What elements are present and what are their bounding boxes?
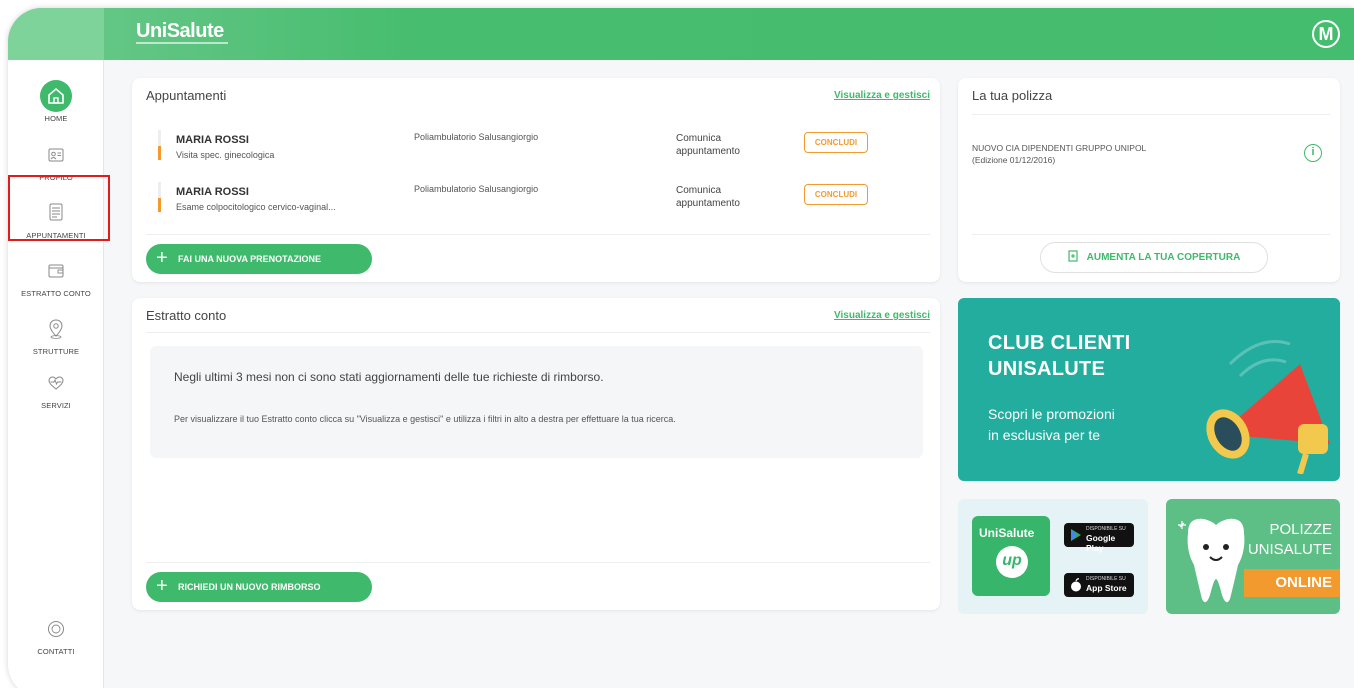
sidebar-item-home[interactable]: HOME — [8, 80, 104, 123]
sidebar-item-servizi[interactable]: SERVIZI — [8, 368, 104, 410]
tooth-mascot-icon — [1178, 518, 1245, 603]
profile-card-icon — [48, 148, 64, 162]
sidebar-item-label: CONTATTI — [37, 647, 75, 656]
appointment-row: MARIA ROSSI Visita spec. ginecologica Po… — [158, 130, 918, 170]
club-clienti-banner[interactable]: CLUB CLIENTI UNISALUTE Scopri le promozi… — [958, 298, 1340, 481]
concludi-button[interactable]: CONCLUDI — [804, 132, 868, 153]
unisalute-logo[interactable]: UniSalute — [136, 20, 224, 43]
concludi-button[interactable]: CONCLUDI — [804, 184, 868, 205]
info-icon[interactable]: i — [1304, 144, 1322, 162]
estratto-conto-card: Estratto conto Visualizza e gestisci Neg… — [132, 298, 940, 610]
sidebar-item-label: ESTRATTO CONTO — [21, 289, 91, 298]
appointment-place: Poliambulatorio Salusangiorgio — [414, 184, 539, 194]
plus-icon: + — [156, 575, 168, 597]
polizza-card: La tua polizza NUOVO CIA DIPENDENTI GRUP… — [958, 78, 1340, 282]
megaphone-icon — [1206, 340, 1330, 474]
appointment-row: MARIA ROSSI Esame colpocitologico cervic… — [158, 182, 918, 222]
unisalute-up-logo[interactable]: UniSalute up — [972, 516, 1050, 596]
sidebar-item-label: HOME — [44, 114, 68, 123]
plus-icon: + — [156, 247, 168, 269]
app-store-badge[interactable]: DISPONIBILE SU App Store — [1064, 573, 1134, 597]
communicate-appointment[interactable]: Comunica appuntamento — [676, 132, 766, 158]
profilo-highlight-box — [8, 175, 110, 241]
apple-icon — [1071, 578, 1081, 592]
card-title: La tua polizza — [972, 88, 1053, 103]
polizze-online-banner[interactable]: POLIZZE UNISALUTE ONLINE — [1166, 499, 1340, 614]
document-plus-icon — [1068, 250, 1078, 262]
empty-state-box: Negli ultimi 3 mesi non ci sono stati ag… — [150, 346, 923, 458]
communicate-appointment[interactable]: Comunica appuntamento — [676, 184, 766, 210]
appointment-description: Esame colpocitologico cervico-vaginal... — [176, 202, 336, 212]
app-frame: UniSalute M HOME PROFILO APPUNTAMENTI ES… — [8, 8, 1354, 688]
patient-name: MARIA ROSSI — [176, 134, 249, 146]
home-icon — [40, 80, 72, 112]
empty-state-text: Per visualizzare il tuo Estratto conto c… — [174, 414, 676, 424]
appuntamenti-card: Appuntamenti Visualizza e gestisci MARIA… — [132, 78, 940, 282]
user-avatar[interactable]: M — [1312, 20, 1340, 48]
sidebar-item-contatti[interactable]: CONTATTI — [8, 614, 104, 656]
sidebar-item-estratto-conto[interactable]: ESTRATTO CONTO — [8, 256, 104, 298]
appointment-place: Poliambulatorio Salusangiorgio — [414, 132, 539, 142]
appointment-description: Visita spec. ginecologica — [176, 150, 275, 160]
visualizza-gestisci-link[interactable]: Visualizza e gestisci — [834, 310, 930, 321]
card-title: Estratto conto — [146, 308, 227, 323]
top-bar: UniSalute M — [8, 8, 1354, 60]
new-reimbursement-button[interactable]: + RICHIEDI UN NUOVO RIMBORSO — [146, 572, 372, 602]
empty-state-title: Negli ultimi 3 mesi non ci sono stati ag… — [174, 370, 604, 384]
heart-icon — [48, 376, 64, 390]
card-title: Appuntamenti — [146, 88, 227, 103]
unisalute-app-banner: UniSalute up DISPONIBILE SU Google Play … — [958, 499, 1148, 614]
sidebar: HOME PROFILO APPUNTAMENTI ESTRATTO CONTO… — [8, 60, 110, 688]
patient-name: MARIA ROSSI — [176, 186, 249, 198]
sidebar-item-label: SERVIZI — [41, 401, 71, 410]
google-play-badge[interactable]: DISPONIBILE SU Google Play — [1064, 523, 1134, 553]
google-play-icon — [1071, 529, 1081, 541]
aumenta-copertura-button[interactable]: AUMENTA LA TUA COPERTURA — [1040, 242, 1268, 273]
sidebar-item-label: STRUTTURE — [32, 347, 80, 356]
wallet-icon — [48, 264, 64, 278]
sidebar-item-strutture[interactable]: STRUTTURE — [8, 314, 104, 356]
new-booking-button[interactable]: + FAI UNA NUOVA PRENOTAZIONE — [146, 244, 372, 274]
visualizza-gestisci-link[interactable]: Visualizza e gestisci — [834, 90, 930, 101]
contact-icon — [48, 621, 64, 637]
location-pin-icon — [49, 319, 63, 339]
policy-name: NUOVO CIA DIPENDENTI GRUPPO UNIPOL (Ediz… — [972, 143, 1147, 165]
